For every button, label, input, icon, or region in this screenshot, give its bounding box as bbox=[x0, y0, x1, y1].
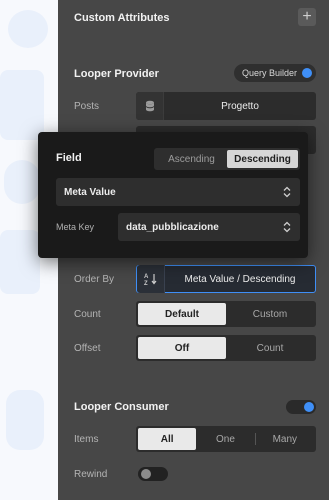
canvas-shape bbox=[8, 10, 48, 48]
order-by-label: Order By bbox=[74, 274, 115, 285]
direction-option-descending[interactable]: Descending bbox=[227, 150, 298, 168]
meta-key-value: data_pubblicazione bbox=[126, 221, 219, 233]
order-by-value: Meta Value / Descending bbox=[184, 273, 296, 285]
popover-title: Field bbox=[56, 152, 82, 164]
toggle-dot bbox=[302, 68, 312, 78]
count-segmented-control: Default Custom bbox=[136, 301, 316, 327]
direction-segmented-control: Ascending Descending bbox=[154, 148, 300, 170]
meta-key-label: Meta Key bbox=[56, 222, 95, 232]
count-option-custom[interactable]: Custom bbox=[226, 303, 314, 325]
items-option-one[interactable]: One bbox=[196, 428, 254, 450]
offset-label: Offset bbox=[74, 343, 101, 354]
posts-value: Progetto bbox=[221, 100, 259, 112]
field-select-value: Meta Value bbox=[64, 186, 116, 198]
rewind-toggle[interactable] bbox=[138, 467, 168, 481]
plus-icon: + bbox=[302, 8, 312, 25]
offset-segmented-control: Off Count bbox=[136, 335, 316, 361]
order-by-select[interactable]: A Z Meta Value / Descending bbox=[136, 265, 316, 293]
field-popover: Field Ascending Descending Meta Value Me… bbox=[38, 132, 308, 258]
count-option-default[interactable]: Default bbox=[138, 303, 226, 325]
add-attribute-button[interactable]: + bbox=[298, 8, 316, 26]
toggle-knob bbox=[141, 469, 151, 479]
canvas-shape bbox=[6, 390, 44, 450]
query-builder-toggle[interactable]: Query Builder bbox=[234, 64, 316, 82]
sort-az-icon: A Z bbox=[137, 265, 165, 293]
items-option-many[interactable]: Many bbox=[256, 428, 314, 450]
looper-consumer-title: Looper Consumer bbox=[74, 401, 169, 413]
toggle-knob bbox=[304, 402, 314, 412]
items-option-all[interactable]: All bbox=[138, 428, 197, 450]
field-select[interactable]: Meta Value bbox=[56, 178, 300, 206]
direction-option-ascending[interactable]: Ascending bbox=[156, 150, 227, 168]
posts-label: Posts bbox=[74, 101, 100, 112]
query-builder-label: Query Builder bbox=[242, 68, 298, 78]
database-icon bbox=[136, 92, 164, 120]
looper-consumer-toggle[interactable] bbox=[286, 400, 316, 414]
rewind-label: Rewind bbox=[74, 469, 108, 480]
custom-attributes-title: Custom Attributes bbox=[74, 12, 170, 24]
items-segmented-control: All One Many bbox=[136, 426, 316, 452]
items-label: Items bbox=[74, 434, 99, 445]
offset-option-count[interactable]: Count bbox=[226, 337, 314, 359]
posts-select[interactable]: Progetto bbox=[136, 92, 316, 120]
offset-option-off[interactable]: Off bbox=[138, 337, 226, 359]
count-label: Count bbox=[74, 309, 101, 320]
chevron-updown-icon bbox=[283, 186, 291, 198]
canvas-shape bbox=[4, 160, 40, 204]
canvas-shape bbox=[0, 70, 44, 140]
looper-provider-title: Looper Provider bbox=[74, 68, 159, 80]
chevron-updown-icon bbox=[283, 221, 291, 233]
canvas-shape bbox=[0, 230, 40, 294]
svg-text:A: A bbox=[144, 274, 149, 280]
svg-text:Z: Z bbox=[144, 281, 148, 286]
meta-key-select[interactable]: data_pubblicazione bbox=[118, 213, 300, 241]
